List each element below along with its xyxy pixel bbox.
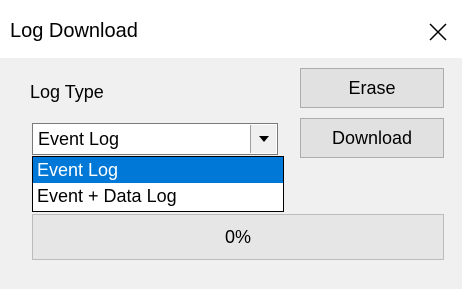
- log-type-option-event-data-log[interactable]: Event + Data Log: [33, 183, 283, 209]
- window-title: Log Download: [10, 20, 138, 42]
- log-type-select-value: Event Log: [38, 129, 120, 149]
- log-type-select[interactable]: Event Log: [32, 123, 278, 155]
- title-bar: Log Download: [0, 8, 462, 58]
- download-button[interactable]: Download: [300, 118, 444, 158]
- close-button[interactable]: [420, 14, 456, 50]
- log-type-dropdown-list: Event Log Event + Data Log: [32, 156, 284, 212]
- erase-button[interactable]: Erase: [300, 68, 444, 108]
- progress-bar: 0%: [32, 214, 444, 260]
- log-download-dialog: Log Download Log Type Erase Download Eve…: [0, 0, 462, 289]
- dropdown-arrow-button[interactable]: [250, 125, 276, 153]
- chevron-down-icon: [258, 136, 269, 142]
- log-type-label: Log Type: [30, 82, 104, 102]
- dialog-body: Log Type Erase Download Event Log Event …: [0, 58, 462, 289]
- log-type-option-event-log[interactable]: Event Log: [33, 157, 283, 183]
- close-icon: [429, 23, 447, 41]
- progress-text: 0%: [224, 226, 251, 247]
